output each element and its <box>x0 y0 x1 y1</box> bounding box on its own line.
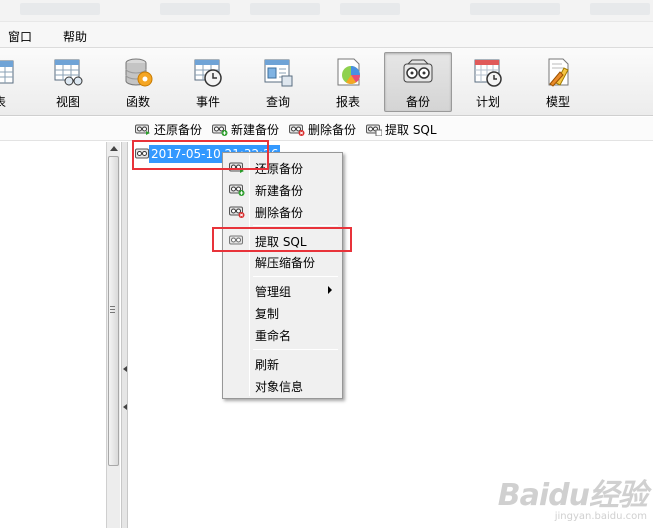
menu-copy[interactable]: 复制 <box>225 301 340 323</box>
menu-separator <box>253 349 338 350</box>
menu-object-info-label: 对象信息 <box>255 380 304 394</box>
menu-new-backup[interactable]: 新建备份 <box>225 178 340 200</box>
new-backup-label: 新建备份 <box>231 123 280 137</box>
toolbar-model-label: 模型 <box>545 95 570 109</box>
pane-splitter[interactable] <box>121 142 128 528</box>
menu-decompress-backup[interactable]: 解压缩备份 <box>225 250 340 272</box>
toolbar-backup-label: 备份 <box>405 95 430 109</box>
menu-window[interactable]: 窗口 <box>8 28 32 45</box>
toolbar-view-button[interactable]: 视图 <box>34 52 102 112</box>
menu-refresh-label: 刷新 <box>255 358 280 372</box>
collapse-left-icon[interactable] <box>123 366 127 372</box>
menu-separator <box>253 276 338 277</box>
left-pane-scrollbar[interactable] <box>106 142 120 528</box>
watermark-logo: Baidu经验 <box>497 478 648 513</box>
main-toolbar: 表 视图 函数 事件 <box>0 48 653 116</box>
restore-backup-label: 还原备份 <box>154 123 203 137</box>
delete-backup-icon <box>289 124 305 136</box>
collapse-left-icon-2[interactable] <box>123 404 127 410</box>
menu-manage-group-label: 管理组 <box>255 285 292 299</box>
model-icon <box>548 58 569 87</box>
query-icon <box>264 59 293 87</box>
menu-object-info[interactable]: 对象信息 <box>225 374 340 396</box>
toolbar-model-button[interactable]: 模型 <box>524 52 592 112</box>
menu-copy-label: 复制 <box>255 307 280 321</box>
toolbar-event-label: 事件 <box>195 95 220 109</box>
menu-new-backup-label: 新建备份 <box>255 184 304 198</box>
menu-refresh[interactable]: 刷新 <box>225 352 340 374</box>
schedule-icon <box>474 59 502 87</box>
view-icon <box>54 59 83 86</box>
function-icon <box>125 58 153 87</box>
restore-backup-button[interactable]: 还原备份 <box>135 121 202 137</box>
extract-sql-label: 提取 SQL <box>385 123 437 137</box>
toolbar-query-label: 查询 <box>265 95 290 109</box>
menu-delete-backup-label: 删除备份 <box>255 206 304 220</box>
menu-bar: 窗口 帮助 <box>0 22 653 48</box>
scroll-up-icon[interactable] <box>110 146 118 151</box>
menu-help[interactable]: 帮助 <box>63 28 87 45</box>
backup-sub-toolbar: 还原备份 新建备份 删除备份 提取 SQL <box>0 117 653 141</box>
menu-separator <box>253 225 338 226</box>
toolbar-function-button[interactable]: 函数 <box>104 52 172 112</box>
menu-rename[interactable]: 重命名 <box>225 323 340 345</box>
context-menu: 还原备份 新建备份 删除备份 提取 SQL 解压缩备份 管理组 复制 重命名 刷… <box>222 152 343 399</box>
restore-backup-icon <box>135 124 150 135</box>
table-icon <box>0 60 14 84</box>
toolbar-query-button[interactable]: 查询 <box>244 52 312 112</box>
toolbar-view-label: 视图 <box>55 95 80 109</box>
menu-rename-label: 重命名 <box>255 329 292 343</box>
toolbar-backup-button[interactable]: 备份 <box>384 52 452 112</box>
left-pane <box>0 142 106 528</box>
highlight-box-backup-item <box>132 140 269 170</box>
new-backup-button[interactable]: 新建备份 <box>212 121 279 137</box>
backup-icon <box>403 59 433 83</box>
extract-sql-button[interactable]: 提取 SQL <box>366 121 437 137</box>
delete-backup-label: 删除备份 <box>308 123 357 137</box>
toolbar-schedule-label: 计划 <box>475 95 500 109</box>
menu-decompress-backup-label: 解压缩备份 <box>255 256 316 270</box>
menu-delete-backup[interactable]: 删除备份 <box>225 200 340 222</box>
baidu-watermark: Baidu经验 jingyan.baidu.com <box>497 470 648 522</box>
toolbar-report-button[interactable]: 报表 <box>314 52 382 112</box>
toolbar-table-button[interactable]: 表 <box>0 52 34 112</box>
toolbar-table-label: 表 <box>0 93 34 110</box>
new-backup-icon <box>212 124 228 136</box>
delete-backup-icon <box>229 206 245 218</box>
toolbar-report-label: 报表 <box>335 95 360 109</box>
report-icon <box>337 58 360 86</box>
highlight-box-extract-sql <box>212 227 352 252</box>
window-title-strip <box>0 0 653 22</box>
submenu-arrow-icon <box>328 286 332 294</box>
toolbar-event-button[interactable]: 事件 <box>174 52 242 112</box>
scroll-grip-icon <box>110 306 115 313</box>
toolbar-schedule-button[interactable]: 计划 <box>454 52 522 112</box>
new-backup-icon <box>229 184 245 196</box>
extract-sql-icon <box>366 124 382 136</box>
delete-backup-button[interactable]: 删除备份 <box>289 121 356 137</box>
toolbar-function-label: 函数 <box>125 95 150 109</box>
menu-manage-group[interactable]: 管理组 <box>225 279 340 301</box>
event-icon <box>194 59 222 87</box>
